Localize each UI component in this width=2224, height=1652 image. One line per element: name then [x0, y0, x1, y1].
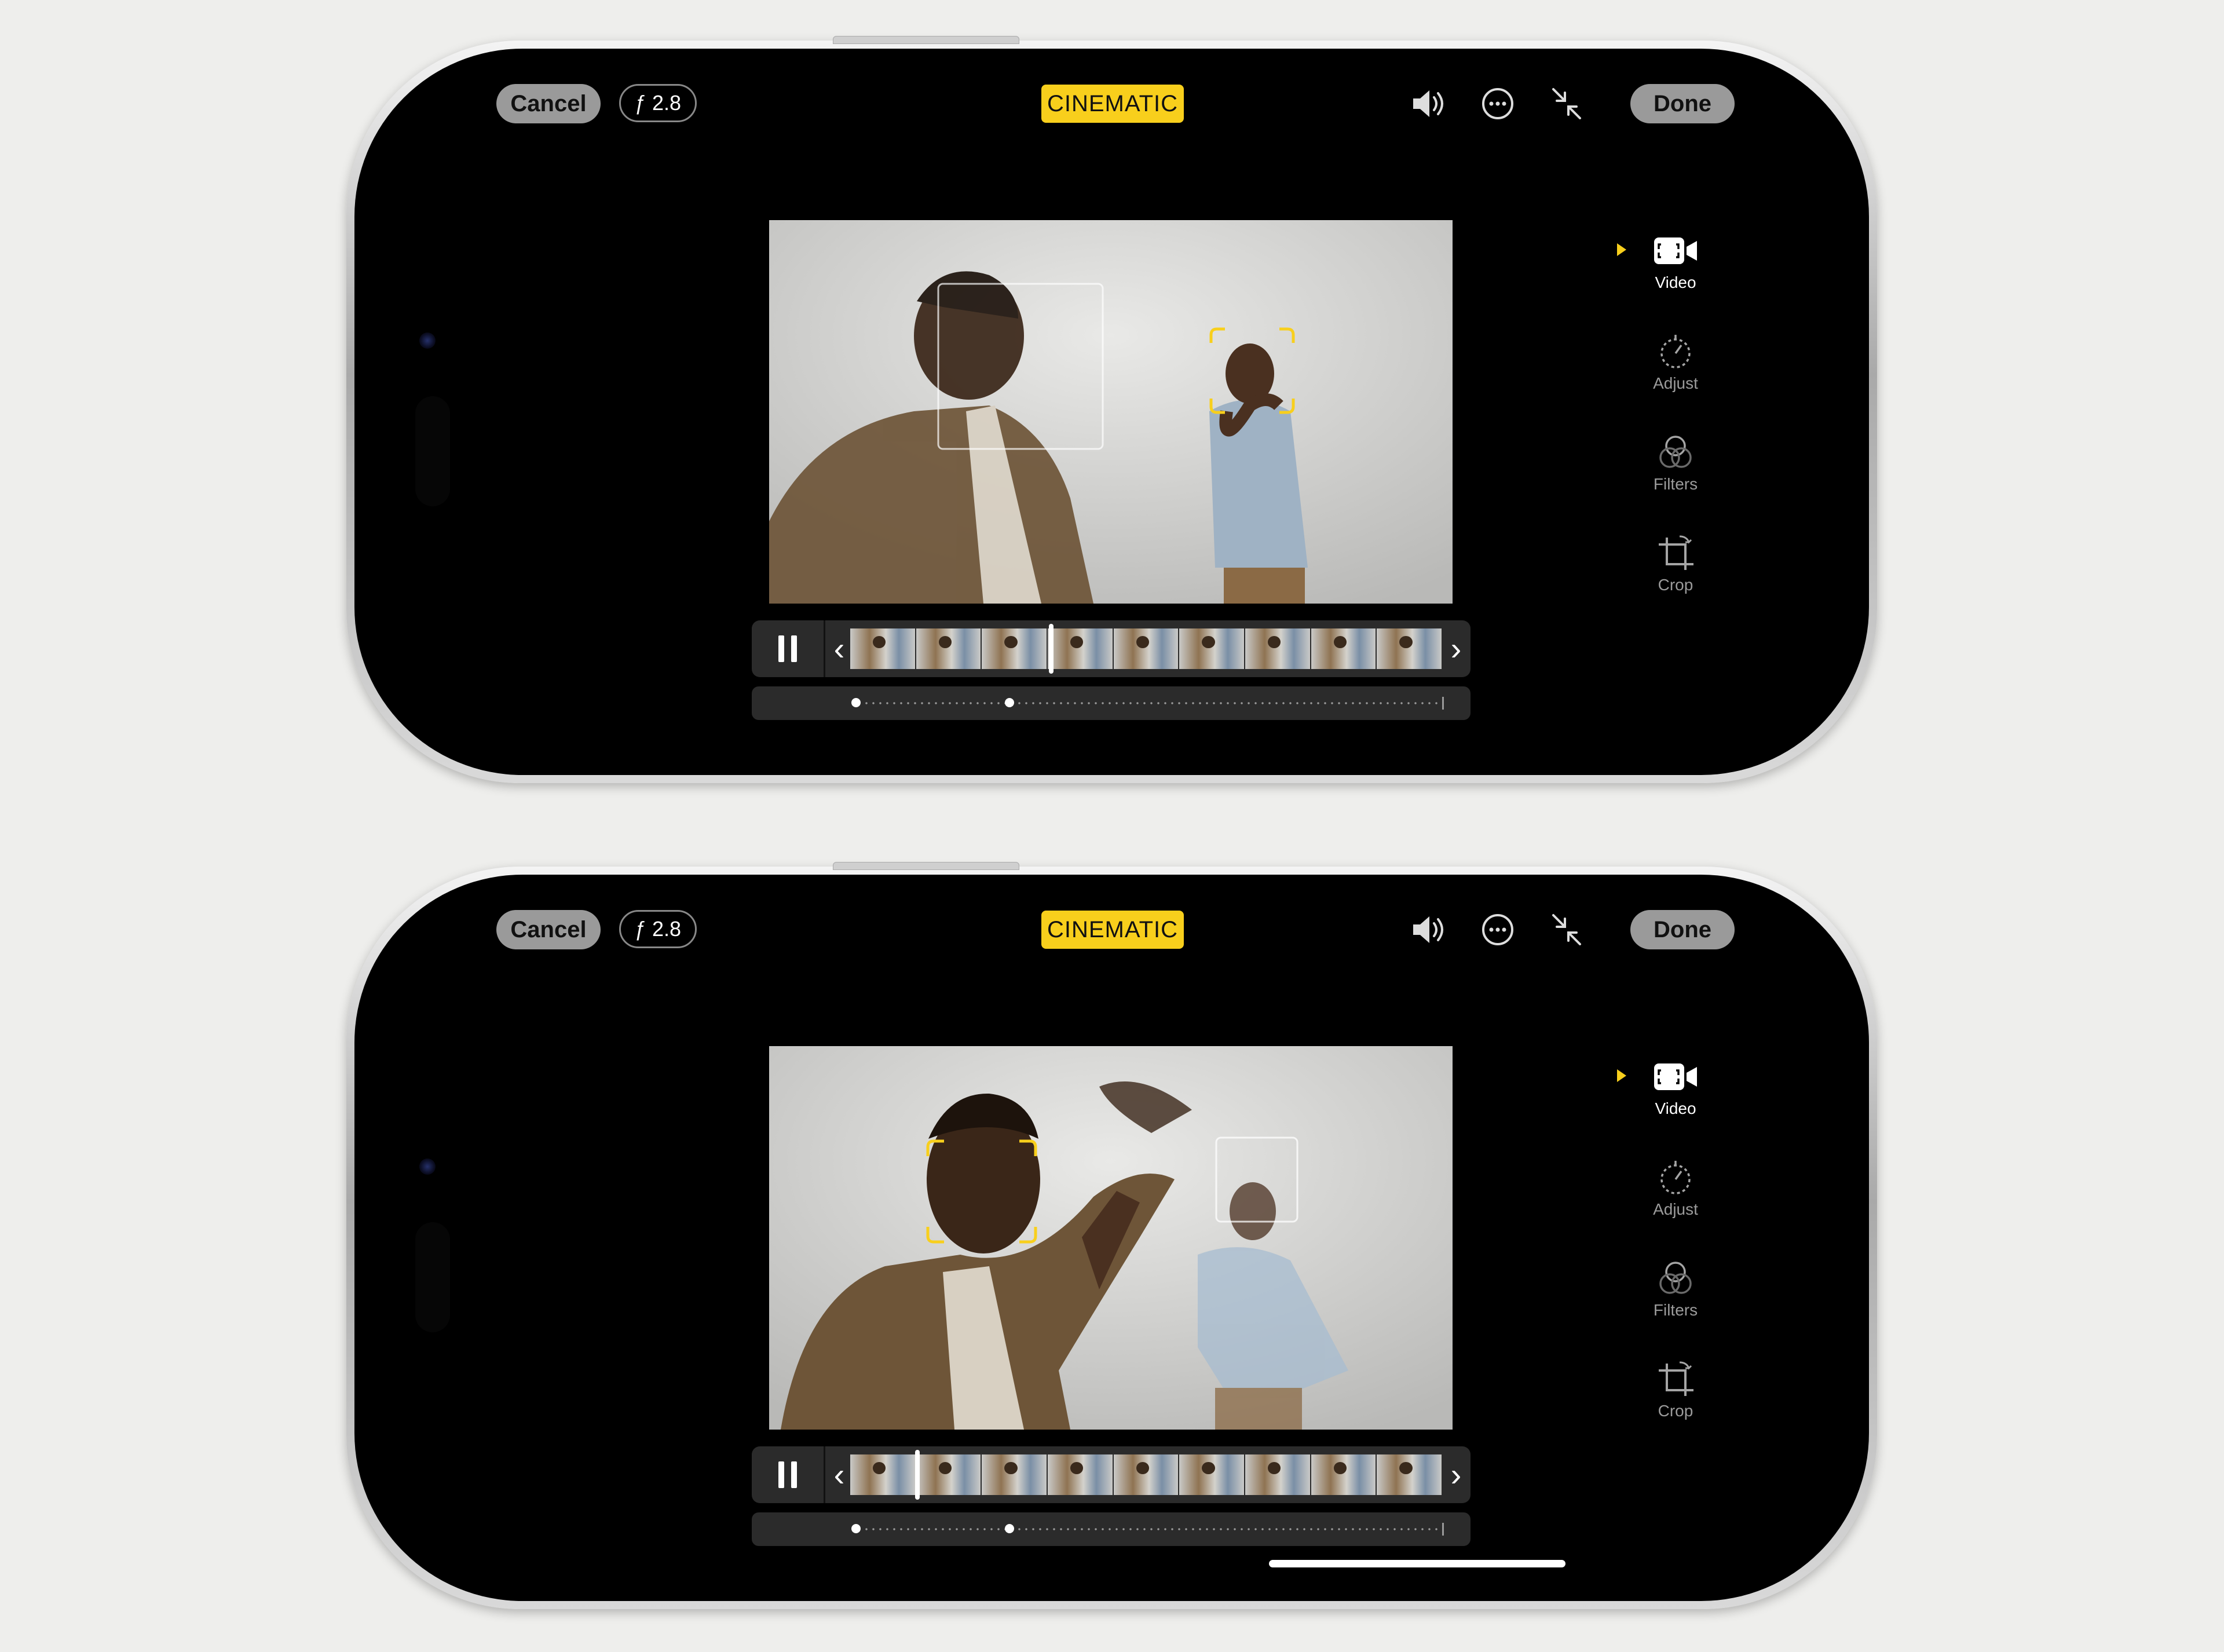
sidebar-item-filters[interactable]: Filters: [1629, 1259, 1722, 1352]
focus-keyframe[interactable]: [1005, 1524, 1014, 1533]
filters-icon: [1659, 1262, 1692, 1294]
sidebar-item-label: Video: [1655, 273, 1696, 291]
phone-side-button: [833, 36, 1019, 44]
cinematic-badge: CINEMATIC: [1041, 911, 1184, 949]
frame-thumbnail: [1048, 628, 1113, 669]
trim-end-handle[interactable]: ›: [1447, 628, 1465, 669]
aperture-button[interactable]: ƒ 2.8: [619, 84, 697, 122]
trim-start-handle[interactable]: ‹: [831, 628, 848, 669]
frame-thumbnail: [1377, 628, 1442, 669]
frame-thumbnail: [982, 628, 1047, 669]
timeline[interactable]: ‹ ›: [752, 1446, 1471, 1503]
video-focus-icon: [1654, 1063, 1697, 1090]
frame-thumbnail: [1113, 1454, 1179, 1495]
track-end-marker: [1442, 1523, 1444, 1536]
dynamic-island: [415, 1222, 450, 1332]
sidebar-item-adjust[interactable]: Adjust: [1629, 1158, 1722, 1251]
crop-rotate-icon: [1659, 1361, 1693, 1396]
frame-thumbnail: [982, 1454, 1047, 1495]
timeline[interactable]: ‹ ›: [752, 620, 1471, 677]
pause-icon: [778, 1461, 784, 1488]
collapse-icon[interactable]: [1545, 909, 1588, 950]
trim-start-handle[interactable]: ‹: [831, 1454, 848, 1495]
frame-thumbnail: [1179, 628, 1245, 669]
collapse-icon[interactable]: [1545, 83, 1588, 124]
frame-thumbnail: [916, 628, 981, 669]
sidebar-item-video[interactable]: Video: [1629, 232, 1722, 324]
trim-end-handle[interactable]: ›: [1447, 1454, 1465, 1495]
pause-icon: [778, 635, 784, 662]
aperture-button[interactable]: ƒ 2.8: [619, 910, 697, 948]
selected-indicator: [1617, 1069, 1626, 1082]
filmstrip[interactable]: [850, 1454, 1443, 1495]
pause-button[interactable]: [752, 620, 825, 677]
frame-thumbnail: [1245, 1454, 1310, 1495]
frame-thumbnail: [850, 1454, 915, 1495]
sidebar-item-adjust[interactable]: Adjust: [1629, 332, 1722, 425]
playhead[interactable]: [915, 1450, 920, 1500]
screen: Cancel ƒ 2.8 CINEMATIC Done ‹ › Video Ad…: [354, 875, 1869, 1601]
frame-thumbnail: [1377, 1454, 1442, 1495]
sidebar-item-label: Crop: [1658, 576, 1693, 594]
speaker-icon[interactable]: [1407, 909, 1450, 950]
video-preview[interactable]: [769, 1046, 1453, 1430]
sidebar-item-label: Filters: [1653, 475, 1698, 493]
frame-thumbnail: [1113, 628, 1179, 669]
more-icon[interactable]: [1476, 83, 1519, 124]
frame-thumbnail: [1048, 1454, 1113, 1495]
more-icon[interactable]: [1476, 909, 1519, 950]
done-button[interactable]: Done: [1630, 84, 1735, 123]
adjust-dial-icon: [1660, 335, 1691, 368]
focus-keyframe[interactable]: [851, 698, 861, 707]
pause-button[interactable]: [752, 1446, 825, 1503]
sidebar-item-label: Video: [1655, 1099, 1696, 1117]
frame-thumbnail: [1311, 628, 1376, 669]
camera-sensor: [419, 1158, 436, 1175]
done-button[interactable]: Done: [1630, 910, 1735, 949]
filters-icon: [1659, 436, 1692, 468]
video-focus-icon: [1654, 237, 1697, 264]
camera-sensor: [419, 332, 436, 349]
sidebar-item-label: Crop: [1658, 1402, 1693, 1420]
phone-bottom: Cancel ƒ 2.8 CINEMATIC Done ‹ › Video Ad…: [346, 862, 1877, 1609]
phone-top: Cancel ƒ 2.8 CINEMATIC Done ‹ › Video Ad…: [346, 36, 1877, 783]
adjust-dial-icon: [1660, 1161, 1691, 1194]
focus-track-dots: [856, 1528, 1442, 1530]
frame-thumbnail: [916, 1454, 981, 1495]
video-preview[interactable]: [769, 220, 1453, 604]
speaker-icon[interactable]: [1407, 83, 1450, 124]
sidebar-item-video[interactable]: Video: [1629, 1058, 1722, 1150]
frame-thumbnail: [1245, 628, 1310, 669]
dynamic-island: [415, 396, 450, 506]
playhead[interactable]: [1049, 624, 1054, 674]
selected-indicator: [1617, 243, 1626, 256]
focus-keyframe[interactable]: [851, 1524, 861, 1533]
phone-side-button: [833, 862, 1019, 870]
track-end-marker: [1442, 697, 1444, 710]
sidebar-item-filters[interactable]: Filters: [1629, 433, 1722, 526]
focus-track[interactable]: [752, 686, 1471, 720]
frame-thumbnail: [1311, 1454, 1376, 1495]
screen: Cancel ƒ 2.8 CINEMATIC Done ‹ › Video Ad…: [354, 49, 1869, 775]
sidebar-item-crop[interactable]: Crop: [1629, 534, 1722, 627]
sidebar-item-label: Filters: [1653, 1301, 1698, 1319]
filmstrip[interactable]: [850, 628, 1443, 669]
cancel-button[interactable]: Cancel: [496, 910, 601, 949]
home-indicator[interactable]: [1269, 1560, 1565, 1567]
frame-thumbnail: [1179, 1454, 1245, 1495]
focus-keyframe[interactable]: [1005, 698, 1014, 707]
sidebar-item-label: Adjust: [1653, 374, 1698, 392]
focus-track-dots: [856, 702, 1442, 704]
focus-track[interactable]: [752, 1512, 1471, 1546]
crop-rotate-icon: [1659, 535, 1693, 570]
sidebar-item-label: Adjust: [1653, 1200, 1698, 1218]
cancel-button[interactable]: Cancel: [496, 84, 601, 123]
frame-thumbnail: [850, 628, 915, 669]
sidebar-item-crop[interactable]: Crop: [1629, 1360, 1722, 1453]
cinematic-badge: CINEMATIC: [1041, 85, 1184, 123]
